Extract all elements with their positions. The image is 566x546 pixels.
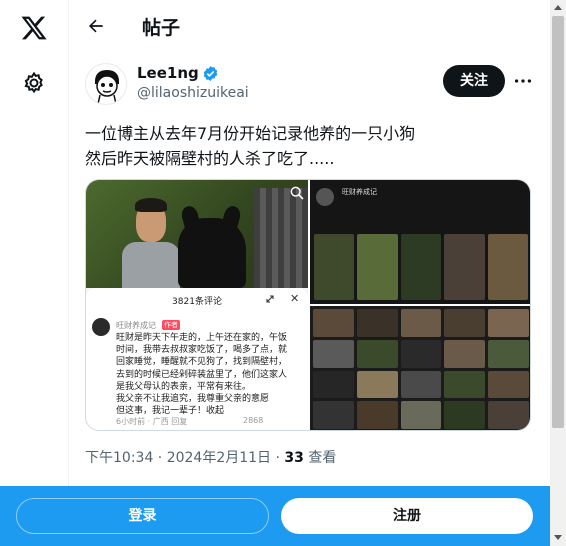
avatar[interactable]	[85, 63, 127, 105]
comment-line: 我父亲不让我追究，我尊重父亲的意愿	[116, 394, 270, 405]
comment-line: 去到的时候已经剁碎装盆里了，他们这家人	[116, 369, 288, 380]
tweet-line: 然后昨天被隔壁村的人杀了吃了.....	[85, 149, 335, 168]
expand-icon	[266, 295, 274, 303]
comment-line: 回家睡觉，睡醒就不见狗了，找到隔壁村，	[116, 357, 288, 368]
media-image-comments[interactable]: 3821条评论 ✕ 旺财养成记 作者 旺财是昨天下午走的，上午还在家的，午饭 时…	[86, 180, 308, 430]
media-grid[interactable]: 3821条评论 ✕ 旺财养成记 作者 旺财是昨天下午走的，上午还在家的，午饭 时…	[85, 179, 531, 431]
timestamp: 下午10:34 · 2024年2月11日 · 33 查看	[85, 447, 336, 467]
avatar-drawing	[94, 70, 120, 104]
zoom-icon	[290, 186, 304, 200]
media-image-video-grid[interactable]	[310, 306, 530, 430]
comment-sheet: 3821条评论 ✕ 旺财养成记 作者 旺财是昨天下午走的，上午还在家的，午饭 时…	[86, 288, 308, 430]
page-title: 帖子	[142, 17, 181, 39]
timestamp-time[interactable]: 下午10:34 · 2024年2月11日 ·	[85, 450, 284, 466]
login-button[interactable]: 登录	[16, 498, 269, 534]
video-thumbnails	[313, 309, 529, 429]
scrollbar[interactable]	[550, 0, 566, 546]
comment-user: 旺财养成记	[116, 321, 156, 330]
page: 帖子 Lee1ng @lilaoshizuikeai 关注 一位博主从去年7月份…	[0, 0, 566, 546]
bottom-bar: 登录 注册	[0, 486, 550, 546]
signup-button[interactable]: 注册	[281, 498, 533, 534]
scrollbar-thumb[interactable]	[552, 16, 564, 428]
comment-avatar	[92, 318, 110, 336]
tweet-line: 一位博主从去年7月份开始记录他养的一只小狗	[85, 124, 416, 143]
author-name[interactable]: Lee1ng	[137, 64, 219, 82]
x-logo-icon[interactable]	[19, 14, 49, 42]
author-tag: 作者	[162, 320, 180, 330]
comment-line: 时间，我带去叔叔家吃饭了，喝多了点，就	[116, 345, 288, 356]
back-arrow-icon[interactable]	[86, 16, 106, 36]
profile-name: 旺财养成记	[342, 188, 377, 196]
tweet-text: 一位博主从去年7月份开始记录他养的一只小狗 然后昨天被隔壁村的人杀了吃了....…	[85, 121, 530, 171]
comment-meta: 6小时前 · 广西 回复	[116, 417, 188, 426]
follow-button[interactable]: 关注	[443, 65, 505, 97]
more-icon[interactable]	[512, 70, 534, 92]
photo-man-with-dog	[86, 180, 308, 288]
profile-avatar	[316, 188, 334, 206]
author-name-text: Lee1ng	[137, 64, 199, 82]
views-count: 33	[284, 450, 304, 466]
comment-body: 旺财是昨天下午走的，上午还在家的，午饭 时间，我带去叔叔家吃饭了，喝多了点，就 …	[116, 332, 302, 417]
author-handle[interactable]: @lilaoshizuikeai	[137, 85, 249, 101]
scroll-up-icon[interactable]	[554, 5, 562, 10]
close-icon: ✕	[290, 292, 300, 305]
profile-thumbnails	[314, 234, 528, 300]
verified-icon	[203, 65, 217, 81]
scroll-down-icon[interactable]	[554, 535, 562, 540]
gear-icon[interactable]	[22, 71, 46, 95]
comment-likes: 2868	[243, 416, 264, 425]
header: 帖子	[69, 0, 550, 54]
comment-line: 是我父母认的表亲，平常有来往。	[116, 381, 252, 392]
views-label: 查看	[303, 450, 337, 466]
media-image-profile[interactable]: 旺财养成记	[310, 180, 530, 304]
left-rail	[0, 0, 69, 546]
comment-line: 旺财是昨天下午走的，上午还在家的，午饭	[116, 333, 288, 343]
